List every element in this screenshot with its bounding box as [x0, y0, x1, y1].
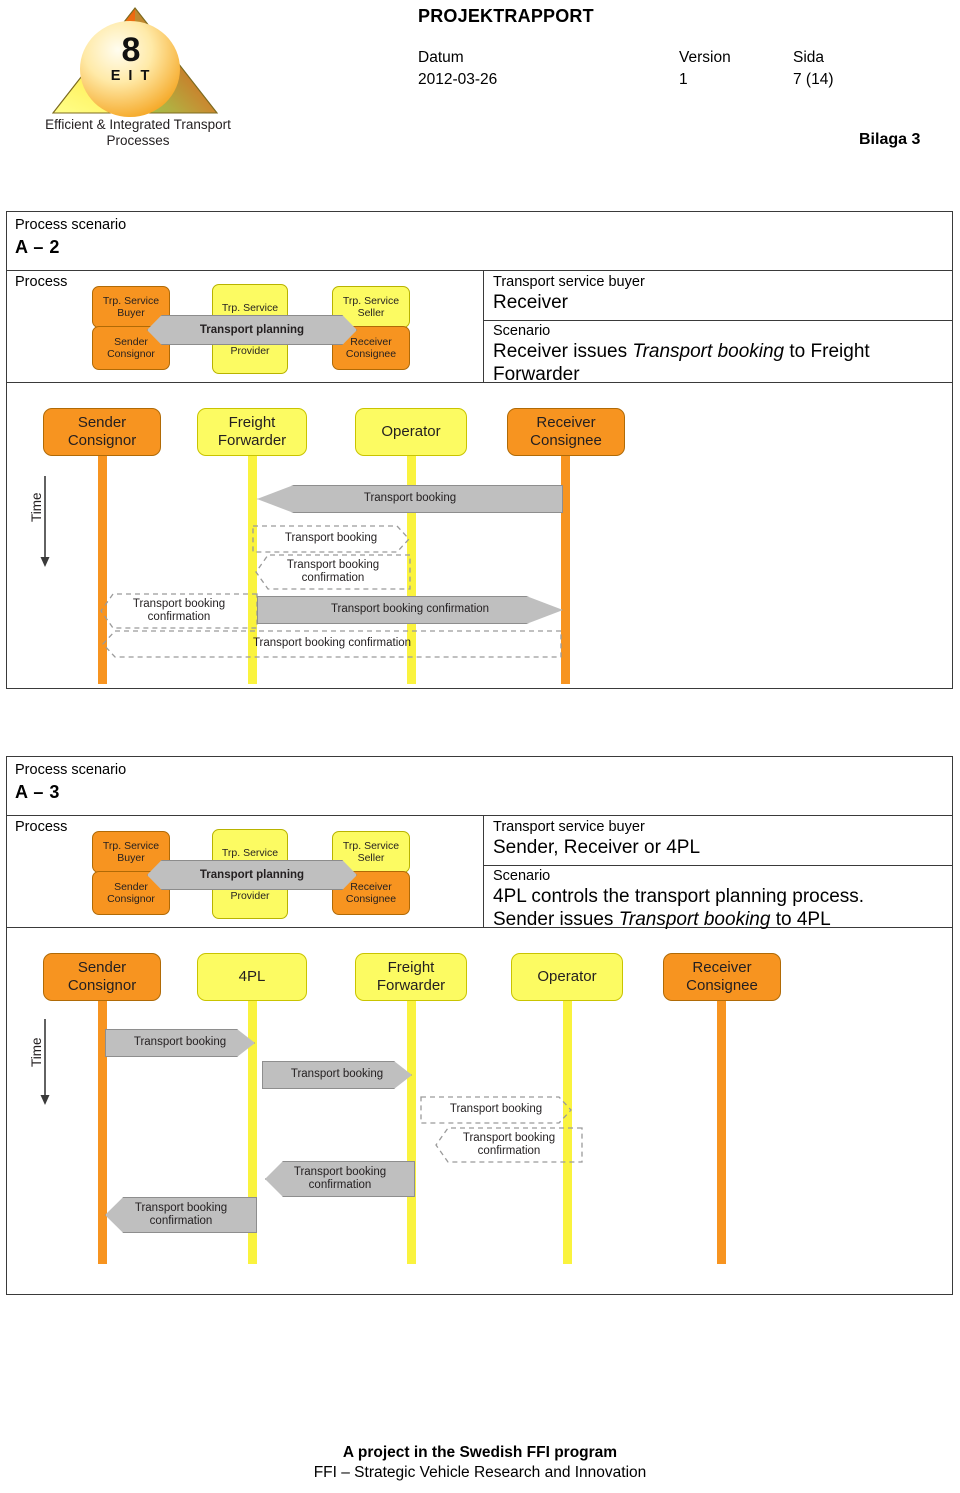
actor-label: Sender Consignor — [67, 959, 137, 994]
message-label: Transport booking confirmation — [134, 1201, 228, 1228]
actor-box-1: 4PL — [197, 953, 307, 1001]
actor-label: 4PL — [238, 968, 266, 985]
actor-label: Operator — [537, 968, 597, 985]
meta-version-label: Version — [679, 49, 731, 66]
message-label: Transport booking confirmation — [132, 597, 226, 624]
lifeline-4 — [717, 1001, 726, 1264]
message-4: Transport booking confirmation — [265, 1161, 415, 1197]
actor-label: Sender Consignor — [67, 414, 137, 449]
actor-box-1: Freight Forwarder — [197, 408, 307, 456]
message-label: Transport booking confirmation — [286, 558, 380, 585]
message-label: Transport booking — [290, 1068, 384, 1081]
message-0: Transport booking — [257, 485, 563, 513]
meta-sida-value: 7 (14) — [793, 71, 834, 88]
message-label: Transport booking — [449, 1103, 543, 1116]
logo-caption-line1: Efficient & Integrated Transport — [45, 117, 231, 132]
lifeline-2 — [407, 1001, 416, 1264]
actor-label: Receiver Consignee — [530, 414, 602, 449]
footer-line-1: A project in the Swedish FFI program — [342, 1444, 618, 1461]
meta-datum-label: Datum — [418, 49, 464, 66]
message-label: Transport booking confirmation — [293, 1165, 387, 1192]
actor-label: Receiver Consignee — [686, 959, 758, 994]
sequence-diagram: Sender Consignor Freight Forwarder Operator R… — [7, 212, 952, 688]
actor-label: Freight Forwarder — [376, 959, 446, 994]
actor-box-0: Sender Consignor — [43, 953, 161, 1001]
logo-triangle-icon — [51, 7, 219, 117]
scenario-block-a3: Process scenario A – 3 Process Transport se… — [6, 756, 953, 1295]
message-1: Transport booking — [262, 1061, 412, 1089]
time-arrow-icon — [40, 476, 50, 567]
document-title: PROJEKTRAPPORT — [418, 6, 594, 26]
scenario-block-a2: Process scenario A – 2 Process Transport se… — [6, 211, 953, 689]
message-3: Transport booking confirmation — [435, 1127, 583, 1163]
appendix-label: Bilaga 3 — [859, 131, 921, 148]
message-1: Transport booking — [252, 525, 410, 553]
meta-datum: Datum 2012-03-26 — [418, 47, 497, 91]
actor-label: Freight Forwarder — [217, 414, 287, 449]
actor-label: Operator — [381, 423, 441, 440]
sequence-diagram: Sender Consignor 4PL Freight Forwarder Operat… — [7, 757, 952, 1294]
message-label: Transport booking — [284, 532, 378, 545]
actor-box-2: Freight Forwarder — [355, 953, 467, 1001]
message-label: Transport booking confirmation — [462, 1131, 556, 1158]
actor-box-4: Receiver Consignee — [663, 953, 781, 1001]
actor-box-3: Operator — [511, 953, 623, 1001]
message-0: Transport booking — [105, 1029, 255, 1057]
meta-sida-label: Sida — [793, 49, 825, 66]
meta-sida: Sida 7 (14) — [793, 47, 834, 91]
message-label: Transport booking — [133, 1036, 227, 1049]
actor-box-2: Operator — [355, 408, 467, 456]
logo-caption: Efficient & Integrated Transport Process… — [22, 117, 254, 149]
message-2: Transport booking — [420, 1096, 572, 1124]
message-label: Transport booking confirmation — [330, 603, 490, 616]
time-arrow-icon — [40, 1019, 50, 1105]
message-4: Transport booking confirmation — [257, 596, 563, 624]
meta-version: Version 1 — [679, 47, 731, 91]
meta-version-value: 1 — [679, 71, 688, 88]
message-2: Transport booking confirmation — [255, 554, 411, 590]
eit-logo: 8 E I T Efficient & Integrated Transport… — [45, 5, 231, 155]
page-header: 8 E I T Efficient & Integrated Transport… — [0, 0, 960, 200]
message-5: Transport booking confirmation — [102, 630, 562, 658]
message-label: Transport booking confirmation — [252, 637, 412, 650]
footer-line-2: FFI – Strategic Vehicle Research and Inn… — [313, 1464, 647, 1481]
meta-datum-value: 2012-03-26 — [418, 71, 498, 88]
page-footer: A project in the Swedish FFI program FFI… — [0, 1443, 960, 1483]
message-label: Transport booking — [363, 492, 457, 505]
message-3: Transport booking confirmation — [100, 593, 258, 629]
actor-box-3: Receiver Consignee — [507, 408, 625, 456]
logo-caption-line2: Processes — [106, 133, 170, 148]
actor-box-0: Sender Consignor — [43, 408, 161, 456]
message-5: Transport booking confirmation — [105, 1197, 257, 1233]
